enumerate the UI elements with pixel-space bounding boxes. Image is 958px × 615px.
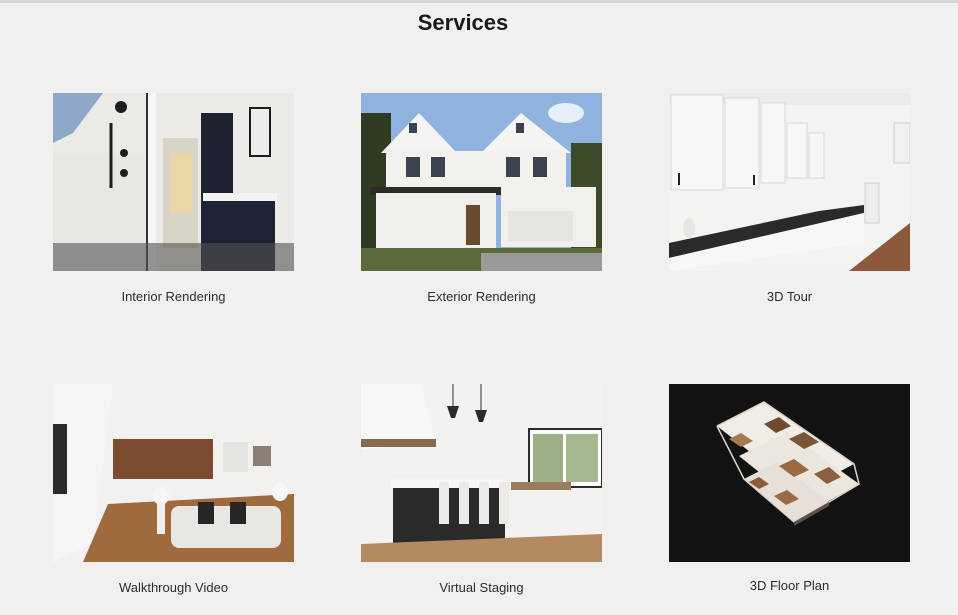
interior-rendering-image[interactable] (53, 93, 294, 271)
page-title: Services (417, 10, 509, 35)
exterior-rendering-image[interactable] (361, 93, 602, 271)
service-card-exterior-rendering[interactable]: Exterior Rendering (361, 93, 602, 304)
service-card-3d-floor-plan[interactable]: 3D Floor Plan (669, 384, 910, 593)
service-card-virtual-staging[interactable]: Virtual Staging (361, 384, 602, 595)
service-label: 3D Floor Plan (749, 578, 830, 593)
service-card-3d-tour[interactable]: 3D Tour (669, 93, 910, 304)
service-label: Virtual Staging (439, 580, 524, 595)
service-card-walkthrough-video[interactable]: Walkthrough Video (53, 384, 294, 595)
service-label: Interior Rendering (121, 289, 226, 304)
3d-floor-plan-image[interactable] (669, 384, 910, 562)
service-card-interior-rendering[interactable]: Interior Rendering (53, 93, 294, 304)
service-label: 3D Tour (766, 289, 813, 304)
service-label: Walkthrough Video (118, 580, 229, 595)
service-label: Exterior Rendering (427, 289, 536, 304)
virtual-staging-image[interactable] (361, 384, 602, 562)
3d-tour-image[interactable] (669, 93, 910, 271)
top-border (0, 0, 958, 3)
walkthrough-video-image[interactable] (53, 384, 294, 562)
